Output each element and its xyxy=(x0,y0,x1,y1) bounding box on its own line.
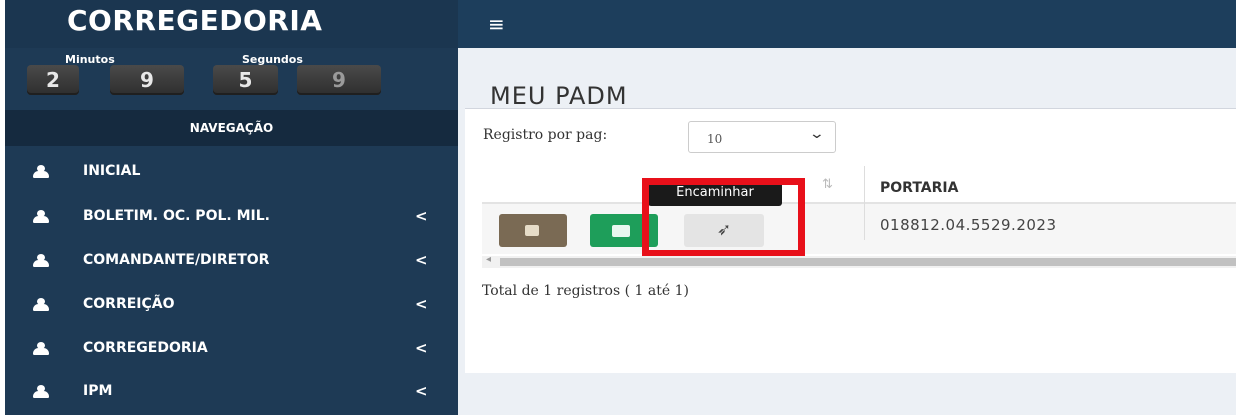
sidebar: CORREGEDORIA Minutos Segundos 2 9 5 9 NA… xyxy=(5,0,458,415)
sidebar-item-label: IPM xyxy=(83,383,113,399)
chevron-left-icon: < xyxy=(415,382,428,400)
chevron-left-icon: < xyxy=(415,251,428,269)
sidebar-item-corregedoria[interactable]: CORREGEDORIA < xyxy=(5,327,458,371)
timer-digit: 5 xyxy=(213,65,278,95)
nav-header: NAVEGAÇÃO xyxy=(5,110,458,146)
user-icon xyxy=(33,385,49,398)
timer-digit: 9 xyxy=(297,65,381,95)
portaria-cell: 018812.04.5529.2023 xyxy=(880,216,1057,234)
sidebar-item-boletim[interactable]: BOLETIM. OC. POL. MIL. < xyxy=(5,195,458,239)
top-header: ≡ xyxy=(458,0,1236,48)
user-icon xyxy=(33,165,49,178)
timer-digit: 2 xyxy=(27,65,79,95)
sidebar-item-ipm[interactable]: IPM < xyxy=(5,370,458,414)
scrollbar-thumb[interactable] xyxy=(500,258,1236,266)
records-total: Total de 1 registros ( 1 até 1) xyxy=(482,283,689,299)
per-page-value: 10 xyxy=(707,132,723,146)
session-timer: Minutos Segundos 2 9 5 9 xyxy=(5,48,458,108)
user-icon xyxy=(33,298,49,311)
sidebar-item-label: COMANDANTE/DIRETOR xyxy=(83,252,270,268)
timer-digit: 9 xyxy=(110,65,184,95)
edit-button[interactable] xyxy=(499,214,567,247)
sidebar-item-label: BOLETIM. OC. POL. MIL. xyxy=(83,208,270,224)
edit-icon xyxy=(525,225,539,236)
sidebar-item-label: INICIAL xyxy=(83,163,141,179)
chevron-left-icon: < xyxy=(415,339,428,357)
horizontal-scrollbar[interactable]: ◂ xyxy=(482,254,1236,268)
per-page-select[interactable]: 10 ⌄ xyxy=(688,121,836,153)
user-icon xyxy=(33,342,49,355)
sidebar-item-label: CORREGEDORIA xyxy=(83,340,208,356)
page-title: MEU PADM xyxy=(490,82,628,110)
hamburger-menu-icon[interactable]: ≡ xyxy=(488,14,505,34)
column-header-portaria[interactable]: PORTARIA xyxy=(880,180,958,196)
highlight-box xyxy=(642,178,805,257)
column-divider xyxy=(864,166,865,240)
table-header xyxy=(482,166,1236,204)
per-page-label: Registro por pag: xyxy=(483,127,608,143)
chevron-left-icon: < xyxy=(415,295,428,313)
sidebar-item-inicial[interactable]: INICIAL xyxy=(5,150,458,194)
chevron-left-icon: < xyxy=(415,207,428,225)
sort-icon[interactable]: ⇅ xyxy=(822,177,833,192)
user-icon xyxy=(33,210,49,223)
folder-icon xyxy=(612,225,630,237)
user-icon xyxy=(33,254,49,267)
brand-bar: CORREGEDORIA xyxy=(5,0,458,48)
scroll-left-icon[interactable]: ◂ xyxy=(486,254,491,265)
sidebar-item-correicao[interactable]: CORREIÇÃO < xyxy=(5,283,458,327)
chevron-down-icon: ⌄ xyxy=(808,126,826,142)
sidebar-item-comandante[interactable]: COMANDANTE/DIRETOR < xyxy=(5,239,458,283)
brand-title[interactable]: CORREGEDORIA xyxy=(67,4,322,37)
sidebar-item-label: CORREIÇÃO xyxy=(83,296,175,312)
